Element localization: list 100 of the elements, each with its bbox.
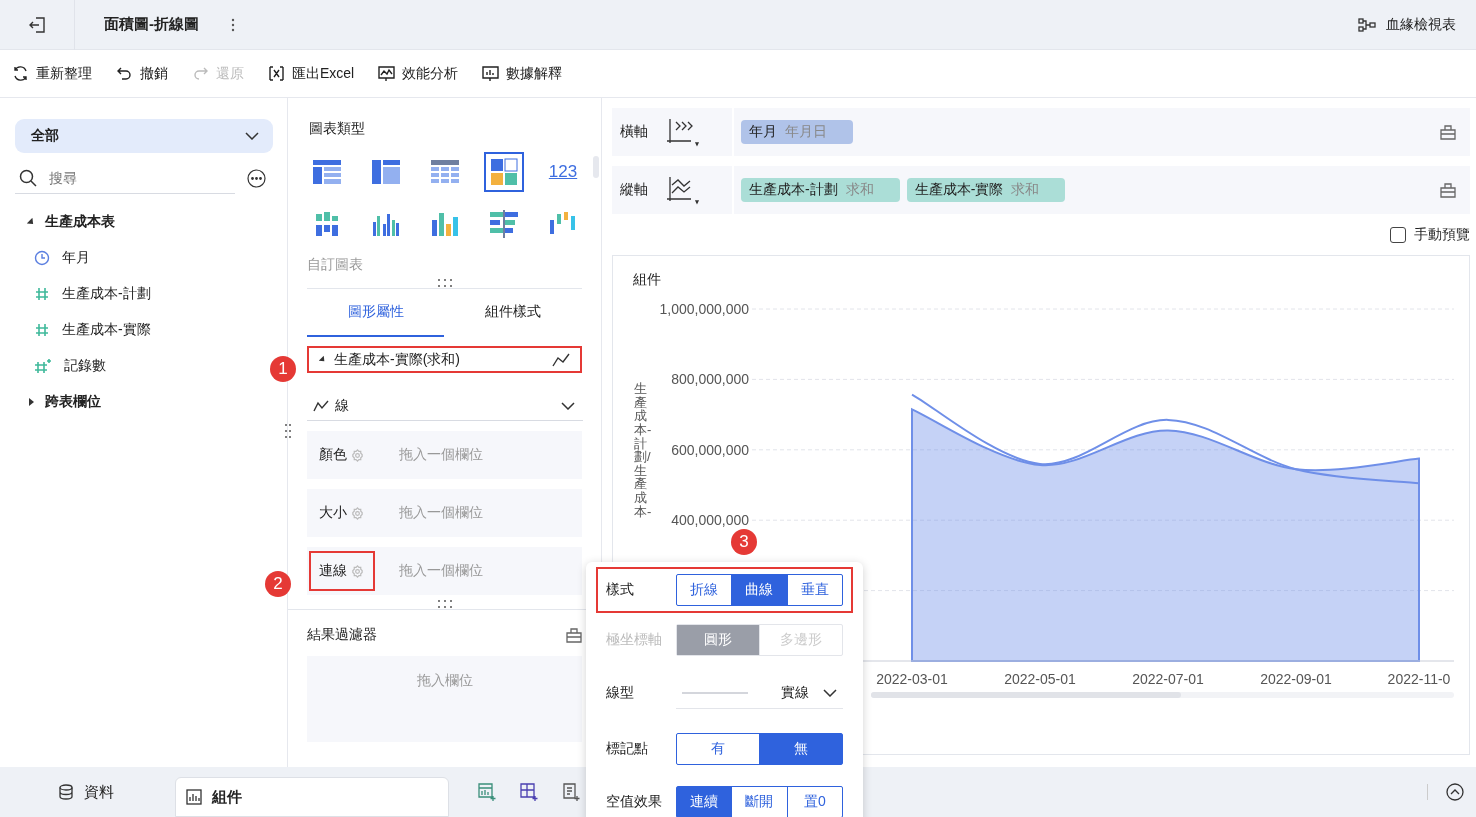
- property-tab[interactable]: 圖形屬性: [307, 289, 444, 337]
- expand-triangle-icon[interactable]: [27, 398, 35, 406]
- search-icon: [19, 169, 37, 187]
- series-name: 生產成本-實際(求和): [334, 350, 461, 369]
- undo-icon: [116, 65, 133, 82]
- line-chart-icon: [552, 352, 570, 367]
- y-tick-label: 400,000,000: [671, 512, 749, 529]
- segment-button[interactable]: 斷開: [731, 787, 787, 817]
- bottom-tab[interactable]: 資料: [0, 772, 175, 812]
- field-drop-row[interactable]: 連線 拖入一個欄位: [307, 547, 582, 595]
- chart-title: 組件: [633, 271, 661, 289]
- field-item[interactable]: 生產成本-實際: [15, 312, 272, 348]
- scope-dropdown[interactable]: 全部: [15, 119, 273, 153]
- property-tab[interactable]: 組件樣式: [444, 289, 581, 337]
- toolbox-icon[interactable]: [1440, 182, 1456, 198]
- y-tick-label: 1,000,000,000: [659, 301, 749, 317]
- axis-label: 縱軸: [620, 181, 648, 199]
- field-label: 顏色: [309, 435, 375, 475]
- field-label: 連線: [309, 551, 375, 591]
- chart-type-icon: [372, 158, 400, 186]
- add-report-icon[interactable]: [561, 782, 581, 802]
- chart-type-icon: [313, 210, 341, 238]
- chart-type-icon: [431, 210, 459, 238]
- mark-type-dropdown[interactable]: 線: [307, 391, 583, 421]
- segment-button[interactable]: 曲線: [731, 575, 787, 605]
- tree-folder[interactable]: 跨表欄位: [15, 384, 272, 420]
- manual-preview-checkbox[interactable]: 手動預覽: [612, 224, 1470, 246]
- more-icon[interactable]: [231, 17, 235, 32]
- x-tick-label: 2022-11-0: [1387, 671, 1451, 687]
- resize-handle-icon[interactable]: [436, 278, 453, 288]
- performance-icon: [378, 65, 396, 82]
- step-marker: 3: [731, 529, 757, 555]
- bar-chart-icon: [186, 789, 202, 805]
- series-row[interactable]: 生產成本-實際(求和): [307, 346, 582, 373]
- collapse-up-icon[interactable]: [1446, 783, 1464, 801]
- exit-icon: [28, 15, 46, 34]
- more-options-icon[interactable]: [247, 169, 266, 188]
- section-title: 結果過濾器: [307, 626, 377, 644]
- segment-button[interactable]: 無: [759, 734, 842, 764]
- field-chip[interactable]: 生產成本-實際 求和: [906, 178, 1066, 202]
- chart-type-button[interactable]: 123: [543, 152, 583, 192]
- segment-button[interactable]: 連續: [677, 787, 732, 817]
- chart-type-icon: [490, 210, 518, 238]
- segment-button[interactable]: 垂直: [786, 575, 842, 605]
- explain-icon: [482, 65, 500, 82]
- option-label: 空值效果: [606, 793, 663, 811]
- field-label: 大小: [309, 493, 375, 533]
- line-type-dropdown[interactable]: 實線: [676, 677, 843, 709]
- x-axis-icon[interactable]: [666, 117, 700, 147]
- field-chip[interactable]: 年月 年月日: [741, 120, 853, 144]
- scrollbar[interactable]: [593, 156, 599, 178]
- segment-button[interactable]: 折線: [677, 575, 732, 605]
- line-chart-icon: [313, 399, 329, 412]
- bottom-tab[interactable]: 組件: [175, 777, 449, 817]
- toolbar-button[interactable]: 撤銷: [116, 64, 168, 83]
- chart-type-icon: [431, 158, 459, 186]
- segment-button[interactable]: 置0: [786, 787, 842, 817]
- field-item[interactable]: 生產成本-計劃: [15, 276, 272, 312]
- chart-type-button[interactable]: [484, 152, 524, 192]
- x-tick-label: 2022-05-01: [1004, 671, 1076, 687]
- option-label: 樣式: [606, 581, 635, 599]
- horizontal-scrollbar[interactable]: [871, 692, 1454, 698]
- drop-placeholder: 拖入一個欄位: [399, 504, 483, 522]
- add-table-icon[interactable]: [519, 782, 539, 802]
- toolbox-icon[interactable]: [1440, 124, 1456, 140]
- field-item[interactable]: 年月: [15, 240, 272, 276]
- database-icon: [58, 784, 74, 800]
- refresh-icon: [12, 65, 29, 82]
- toolbar-button[interactable]: 匯出Excel: [268, 64, 355, 83]
- toolbar-button[interactable]: 效能分析: [378, 64, 459, 83]
- lineage-view-link[interactable]: 血緣檢視表: [1358, 15, 1456, 34]
- add-chart-icon[interactable]: [477, 782, 497, 802]
- toolbox-icon[interactable]: [566, 627, 582, 643]
- field-item[interactable]: 記錄數: [15, 348, 272, 384]
- field-chip[interactable]: 生產成本-計劃 求和: [741, 178, 900, 202]
- clock-icon: [34, 250, 50, 266]
- redo-icon: [192, 65, 209, 82]
- excel-icon: [268, 65, 285, 82]
- drag-handle-icon[interactable]: [284, 423, 292, 439]
- segment-button[interactable]: 有: [677, 734, 759, 764]
- chart-type-icon: [313, 158, 341, 186]
- hash-icon: [34, 322, 50, 338]
- step-marker: 1: [270, 356, 296, 382]
- chevron-down-icon: [561, 401, 575, 410]
- toolbar-button[interactable]: 數據解釋: [482, 64, 563, 83]
- option-label: 線型: [606, 684, 635, 702]
- checkbox[interactable]: [1390, 227, 1406, 243]
- step-marker: 2: [265, 571, 291, 597]
- drop-placeholder: 拖入一個欄位: [399, 446, 483, 464]
- option-label: 標記點: [606, 740, 649, 758]
- toolbar-button[interactable]: 重新整理: [12, 64, 92, 83]
- resize-handle-icon[interactable]: [436, 599, 453, 609]
- axis-label: 橫軸: [620, 123, 648, 141]
- chart-type-icon: [490, 158, 518, 186]
- y-axis-icon[interactable]: [666, 175, 700, 205]
- field-drop-row[interactable]: 大小 拖入一個欄位: [307, 489, 582, 537]
- field-drop-row[interactable]: 顏色 拖入一個欄位: [307, 431, 582, 479]
- x-tick-label: 2022-09-01: [1260, 671, 1332, 687]
- hash-icon: [34, 286, 50, 302]
- tree-folder[interactable]: 生產成本表: [15, 204, 272, 240]
